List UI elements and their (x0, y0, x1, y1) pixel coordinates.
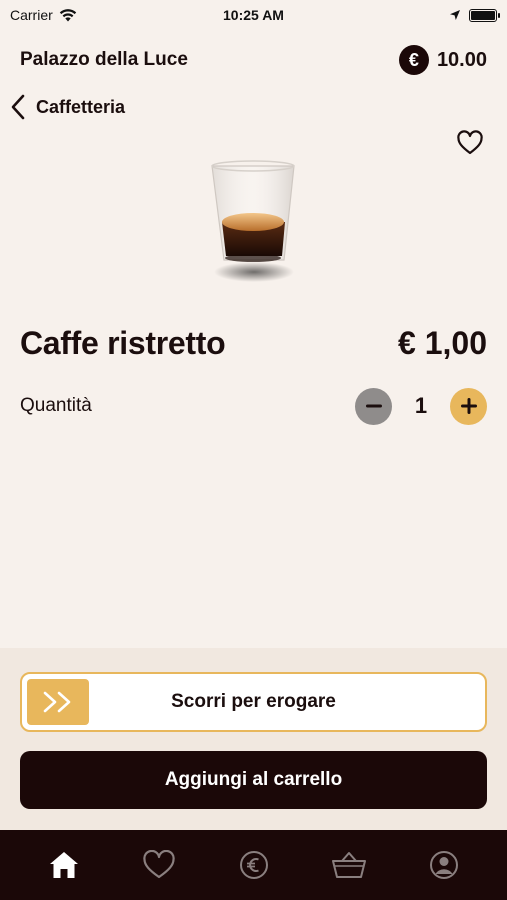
venue-name: Palazzo della Luce (20, 49, 188, 70)
product-header: Caffe ristretto € 1,00 (20, 320, 487, 366)
quantity-row: Quantità 1 (20, 386, 487, 426)
status-left: Carrier (10, 7, 77, 23)
favorite-button[interactable] (456, 130, 484, 156)
euro-coin-icon (239, 851, 268, 879)
quantity-label: Quantità (20, 395, 92, 416)
basket-icon (331, 852, 366, 878)
status-right (449, 8, 500, 22)
product-price: € 1,00 (398, 324, 487, 361)
wifi-icon (59, 8, 76, 21)
increase-quantity-button[interactable] (450, 387, 487, 425)
slide-label: Scorri per erogare (171, 691, 336, 712)
quantity-stepper: 1 (355, 387, 487, 425)
decrease-quantity-button[interactable] (355, 387, 392, 425)
profile-icon (429, 851, 458, 879)
quantity-value: 1 (414, 393, 428, 418)
minus-icon (365, 404, 382, 408)
double-chevron-right-icon (43, 691, 71, 713)
euro-icon: € (398, 45, 429, 75)
product-name: Caffe ristretto (20, 324, 226, 361)
chevron-left-icon (11, 94, 25, 120)
back-button[interactable]: Caffetteria (10, 92, 125, 122)
tab-cart[interactable] (324, 840, 374, 890)
heart-icon (457, 130, 483, 155)
category-title: Caffetteria (36, 96, 126, 117)
home-icon (49, 852, 78, 878)
header: Palazzo della Luce € 10.00 (20, 42, 487, 78)
heart-icon (142, 850, 175, 879)
carrier-label: Carrier (10, 7, 53, 23)
plus-icon (460, 398, 477, 414)
tab-favorites[interactable] (134, 840, 184, 890)
tab-wallet[interactable] (229, 840, 279, 890)
product-image (198, 150, 308, 295)
tab-bar (0, 830, 507, 900)
action-panel: Scorri per erogare Aggiungi al carrello (0, 648, 507, 830)
tab-profile[interactable] (419, 840, 469, 890)
wallet-balance[interactable]: € 10.00 (398, 45, 487, 75)
balance-amount: 10.00 (436, 48, 487, 71)
battery-icon (469, 8, 500, 22)
status-bar: Carrier 10:25 AM (0, 0, 507, 30)
slider-handle[interactable] (27, 679, 89, 725)
location-arrow-icon (450, 10, 460, 20)
slide-to-dispense[interactable]: Scorri per erogare (20, 672, 487, 732)
tab-home[interactable] (39, 840, 89, 890)
add-to-cart-button[interactable]: Aggiungi al carrello (20, 751, 487, 809)
